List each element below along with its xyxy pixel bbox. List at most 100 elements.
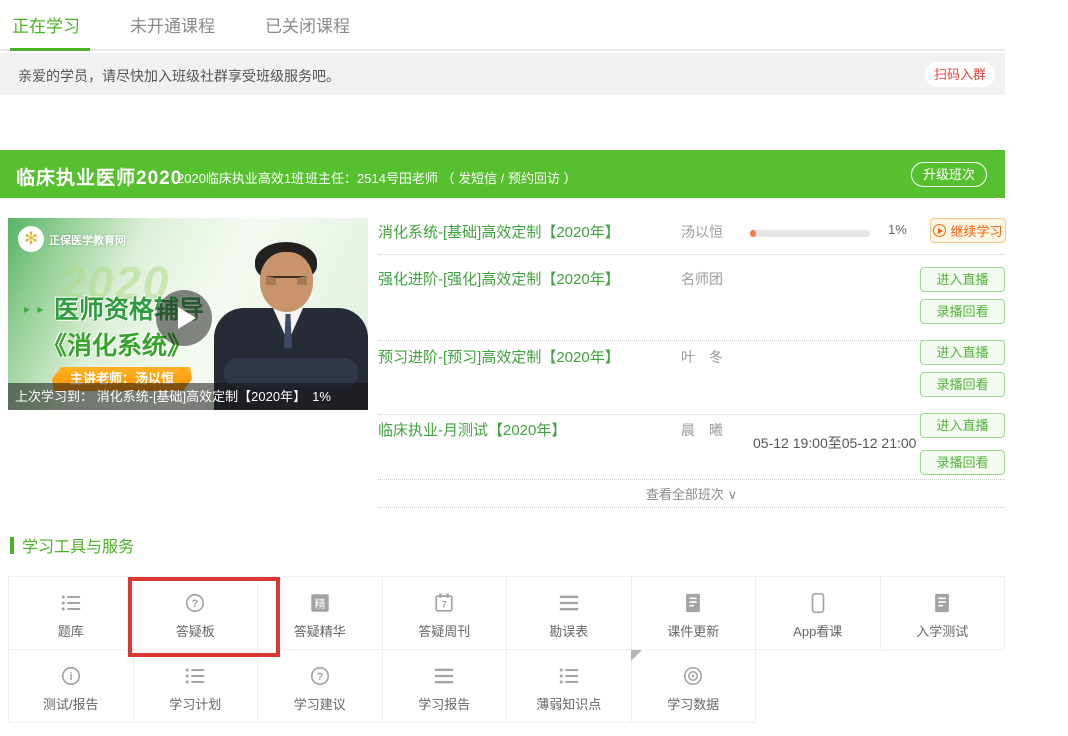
tool-app-watch[interactable]: App看课 [756, 577, 881, 650]
reserve-callback-link[interactable]: 预约回访 [508, 171, 560, 186]
chevron-down-icon: ∨ [728, 487, 738, 502]
course-teacher: 汤以恒 [681, 222, 723, 242]
question-circle-icon [184, 592, 206, 614]
course-title[interactable]: 预习进阶-[预习]高效定制【2020年】 [378, 346, 620, 367]
course-video-thumbnail[interactable]: ✻ 正保医学教育网 2020 ▸ ▸ 医师资格辅导 《消化系统》 主讲老师：汤以… [8, 218, 368, 410]
tool-qa-essence[interactable]: 答疑精华 [258, 577, 383, 650]
tool-study-advice[interactable]: 学习建议 [258, 650, 383, 723]
tool-study-plan[interactable]: 学习计划 [134, 650, 259, 723]
tool-question-bank[interactable]: 题库 [9, 577, 134, 650]
calendar-icon [433, 592, 455, 614]
send-sms-link[interactable]: 发短信 [458, 171, 497, 186]
brand-logo-icon: ✻ [18, 226, 44, 252]
last-watched-bar: 上次学习到： 消化系统-[基础]高效定制【2020年】 1% [8, 383, 368, 410]
course-teacher: 名师团 [681, 269, 723, 289]
tab-not-opened[interactable]: 未开通课程 [130, 12, 215, 37]
info-circle-icon [60, 665, 82, 687]
brand-logo-text: 正保医学教育网 [49, 232, 126, 248]
advisor-separator: / [497, 171, 508, 186]
enter-live-button[interactable]: 进入直播 [920, 340, 1005, 365]
notice-text: 亲爱的学员，请尽快加入班级社群享受班级服务吧。 [18, 66, 340, 86]
tools-grid: 题库 答疑板 答疑精华 答疑周刊 勘误表 课件更新 App看课 入学测试 [8, 576, 1005, 723]
tool-label: 课件更新 [667, 621, 719, 640]
progress-fill [750, 230, 756, 237]
view-all-classes-link[interactable]: 查看全部班次 ∨ [378, 484, 1005, 503]
progress-percent: 1% [888, 222, 907, 237]
class-title: 临床执业医师2020 [16, 163, 182, 190]
list-icon [558, 665, 580, 687]
doc-icon [931, 592, 953, 614]
tool-answer-board[interactable]: 答疑板 [134, 577, 259, 650]
tool-label: 勘误表 [549, 621, 588, 640]
tool-label: 题库 [58, 621, 84, 640]
tool-label: 学习报告 [418, 694, 470, 713]
lines-icon [433, 665, 455, 687]
view-all-label: 查看全部班次 [646, 487, 724, 502]
continue-learning-label: 继续学习 [950, 221, 1002, 240]
tool-label: 学习建议 [294, 694, 346, 713]
empty-cell [881, 650, 1006, 723]
arrow-decoration: ▸ ▸ [24, 302, 45, 316]
play-circle-icon [933, 224, 946, 237]
tool-study-report[interactable]: 学习报告 [383, 650, 508, 723]
tool-label: 学习计划 [169, 694, 221, 713]
course-teacher: 晨 曦 [681, 420, 723, 440]
tool-entrance-test[interactable]: 入学测试 [881, 577, 1006, 650]
course-title[interactable]: 消化系统-[基础]高效定制【2020年】 [378, 221, 620, 242]
continue-learning-button[interactable]: 继续学习 [930, 218, 1006, 243]
tab-learning[interactable]: 正在学习 [12, 12, 80, 37]
tool-label: 答疑精华 [294, 621, 346, 640]
tab-closed[interactable]: 已关闭课程 [265, 12, 350, 37]
replay-button[interactable]: 录播回看 [920, 299, 1005, 324]
enter-live-button[interactable]: 进入直播 [920, 413, 1005, 438]
lines-icon [558, 592, 580, 614]
question-circle-icon [309, 665, 331, 687]
tool-label: 测试/报告 [43, 694, 99, 713]
tool-label: 答疑周刊 [418, 621, 470, 640]
tool-weak-points[interactable]: 薄弱知识点 [507, 650, 632, 723]
replay-button[interactable]: 录播回看 [920, 372, 1005, 397]
notice-bar: 亲爱的学员，请尽快加入班级社群享受班级服务吧。 扫码入群 [0, 53, 1005, 95]
tool-label: App看课 [793, 621, 842, 640]
corner-fold-decoration [631, 650, 642, 661]
target-icon [682, 665, 704, 687]
live-time-range: 05-12 19:00至05-12 21:00 [753, 433, 916, 453]
essence-icon [309, 592, 331, 614]
row-divider [378, 507, 1005, 508]
tool-courseware-update[interactable]: 课件更新 [632, 577, 757, 650]
tool-label: 学习数据 [667, 694, 719, 713]
doc-icon [682, 592, 704, 614]
phone-icon [807, 592, 829, 614]
tool-study-data[interactable]: 学习数据 [632, 650, 757, 723]
class-header-bar: 临床执业医师2020 2020临床执业高效1班 班主任：2514号田老师 （ 发… [0, 150, 1005, 198]
enter-live-button[interactable]: 进入直播 [920, 267, 1005, 292]
empty-cell [756, 650, 881, 723]
last-watched-text: 上次学习到： 消化系统-[基础]高效定制【2020年】 [15, 389, 306, 404]
course-title[interactable]: 强化进阶-[强化]高效定制【2020年】 [378, 268, 620, 289]
replay-button[interactable]: 录播回看 [920, 450, 1005, 475]
course-list: 消化系统-[基础]高效定制【2020年】 汤以恒 1% 继续学习 强化进阶-[强… [378, 215, 1005, 515]
course-teacher: 叶 冬 [681, 347, 723, 367]
row-divider [378, 340, 1005, 341]
scan-qr-join-button[interactable]: 扫码入群 [925, 62, 995, 87]
list-icon [60, 592, 82, 614]
tool-test-report[interactable]: 测试/报告 [9, 650, 134, 723]
instructor-photo [266, 276, 307, 285]
play-button-icon[interactable] [156, 290, 212, 346]
tool-qa-weekly[interactable]: 答疑周刊 [383, 577, 508, 650]
advisor-suffix: ） [560, 171, 577, 186]
tabs-divider [0, 49, 1005, 51]
tools-section-title: 学习工具与服务 [22, 533, 134, 557]
tool-label: 入学测试 [916, 621, 968, 640]
row-divider [378, 254, 1005, 255]
class-advisor: 班主任：2514号田老师 （ 发短信 / 预约回访 ） [305, 168, 577, 187]
last-watched-percent: 1% [312, 389, 331, 404]
course-title[interactable]: 临床执业-月测试【2020年】 [378, 419, 566, 440]
upgrade-class-button[interactable]: 升级班次 [911, 162, 987, 187]
list-icon [184, 665, 206, 687]
tool-errata[interactable]: 勘误表 [507, 577, 632, 650]
class-name: 2020临床执业高效1班 [177, 168, 304, 187]
row-divider [378, 414, 1005, 415]
active-tab-underline [10, 48, 90, 51]
row-divider [378, 479, 1005, 480]
